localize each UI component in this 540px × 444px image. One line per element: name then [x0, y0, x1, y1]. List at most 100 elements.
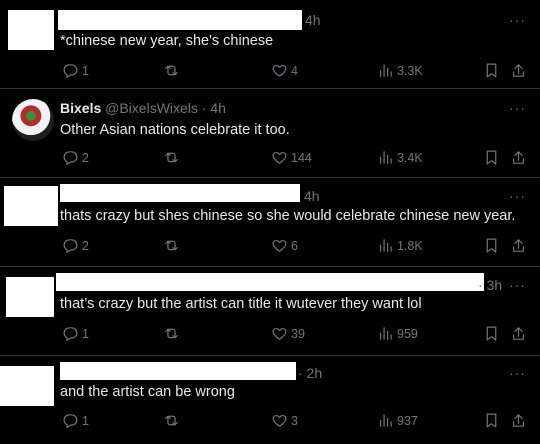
tweet-2[interactable]: 4h ··· thats crazy but shes chinese so s…	[0, 178, 540, 266]
repost-icon	[165, 65, 178, 76]
share-icon	[512, 151, 525, 164]
heart-icon	[272, 239, 287, 252]
reply-icon	[63, 239, 78, 253]
timestamp[interactable]: 4h	[305, 12, 321, 28]
repost-icon	[165, 328, 178, 339]
repost-icon	[165, 240, 178, 251]
reply-icon	[63, 64, 78, 78]
views-icon	[379, 64, 392, 77]
share-button[interactable]	[510, 149, 527, 171]
reply-button[interactable]: 1	[62, 62, 89, 79]
like-count: 6	[291, 238, 298, 253]
repost-button[interactable]	[163, 62, 180, 79]
redacted-avatar	[8, 10, 54, 50]
views-button[interactable]: 1.8K	[377, 237, 423, 254]
views-button[interactable]: 959	[377, 325, 418, 342]
more-options-button[interactable]: ···	[509, 12, 526, 28]
tweet-4[interactable]: · 2h ··· and the artist can be wrong 1 3…	[0, 356, 540, 444]
reply-count: 1	[82, 413, 89, 428]
reply-button[interactable]: 2	[62, 237, 89, 254]
more-options-button[interactable]: ···	[509, 188, 526, 204]
bookmark-button[interactable]	[483, 237, 500, 259]
reply-count: 2	[82, 238, 89, 253]
repost-button[interactable]	[163, 325, 180, 342]
redacted-username	[60, 184, 300, 202]
like-button[interactable]: 39	[271, 325, 305, 342]
views-button[interactable]: 937	[377, 412, 418, 429]
bookmark-icon	[486, 238, 497, 253]
bookmark-icon	[486, 63, 497, 78]
like-count: 4	[291, 63, 298, 78]
reply-icon	[63, 151, 78, 165]
bookmark-button[interactable]	[483, 325, 500, 347]
reply-count: 2	[82, 150, 89, 165]
redacted-avatar	[0, 366, 54, 406]
redacted-avatar	[6, 277, 54, 317]
like-count: 3	[291, 413, 298, 428]
repost-button[interactable]	[163, 237, 180, 254]
tweet-text: *chinese new year, she's chinese	[60, 33, 274, 49]
repost-button[interactable]	[163, 412, 180, 429]
reply-button[interactable]: 1	[62, 325, 89, 342]
redacted-avatar	[4, 186, 58, 226]
tweet-3[interactable]: · 3h ··· that’s crazy but the artist can…	[0, 267, 540, 355]
share-button[interactable]	[510, 412, 527, 434]
views-button[interactable]: 3.4K	[377, 149, 423, 166]
like-count: 39	[291, 326, 305, 341]
tweet-1[interactable]: Bixels @BixelsWixels · 4h ··· Other Asia…	[0, 89, 540, 177]
like-button[interactable]: 4	[271, 62, 298, 79]
redacted-username	[56, 273, 484, 291]
tweet-text: Other Asian nations celebrate it too.	[60, 122, 290, 138]
bookmark-button[interactable]	[483, 412, 500, 434]
view-count: 1.8K	[397, 238, 423, 253]
views-icon	[379, 327, 392, 340]
handle[interactable]: @BixelsWixels	[105, 100, 198, 116]
views-icon	[379, 414, 392, 427]
share-button[interactable]	[510, 325, 527, 347]
share-icon	[512, 239, 525, 252]
redacted-username	[58, 10, 302, 30]
tweet-0[interactable]: 4h ··· *chinese new year, she's chinese …	[0, 0, 540, 88]
more-options-button[interactable]: ···	[509, 100, 526, 116]
heart-icon	[272, 151, 287, 164]
more-options-button[interactable]: ···	[509, 365, 526, 381]
author-line[interactable]: Bixels @BixelsWixels · 4h	[60, 100, 226, 116]
more-options-button[interactable]: ···	[509, 277, 526, 293]
tweet-text: thats crazy but shes chinese so she woul…	[60, 208, 516, 224]
heart-icon	[272, 414, 287, 427]
like-button[interactable]: 144	[271, 149, 312, 166]
share-button[interactable]	[510, 237, 527, 259]
views-button[interactable]: 3.3K	[377, 62, 423, 79]
reply-count: 1	[82, 63, 89, 78]
avatar[interactable]	[12, 99, 54, 141]
redacted-username	[60, 362, 296, 380]
reply-button[interactable]: 2	[62, 149, 89, 166]
bookmark-button[interactable]	[483, 62, 500, 84]
view-count: 959	[397, 326, 418, 341]
timestamp[interactable]: · 2h	[298, 365, 322, 381]
like-button[interactable]: 6	[271, 237, 298, 254]
bookmark-button[interactable]	[483, 149, 500, 171]
reply-button[interactable]: 1	[62, 412, 89, 429]
timestamp[interactable]: · 4h	[202, 100, 226, 116]
repost-button[interactable]	[163, 149, 180, 166]
view-count: 937	[397, 413, 418, 428]
repost-icon	[165, 415, 178, 426]
reply-count: 1	[82, 326, 89, 341]
views-icon	[379, 151, 392, 164]
heart-icon	[272, 64, 287, 77]
heart-icon	[272, 327, 287, 340]
like-count: 144	[291, 150, 312, 165]
like-button[interactable]: 3	[271, 412, 298, 429]
reply-icon	[63, 414, 78, 428]
share-button[interactable]	[510, 62, 527, 84]
timestamp[interactable]: · 3h	[478, 277, 502, 293]
share-icon	[512, 327, 525, 340]
display-name[interactable]: Bixels	[60, 100, 101, 116]
view-count: 3.3K	[397, 63, 423, 78]
repost-icon	[165, 152, 178, 163]
bookmark-icon	[486, 326, 497, 341]
share-icon	[512, 414, 525, 427]
reply-icon	[63, 327, 78, 341]
timestamp[interactable]: 4h	[304, 188, 320, 204]
